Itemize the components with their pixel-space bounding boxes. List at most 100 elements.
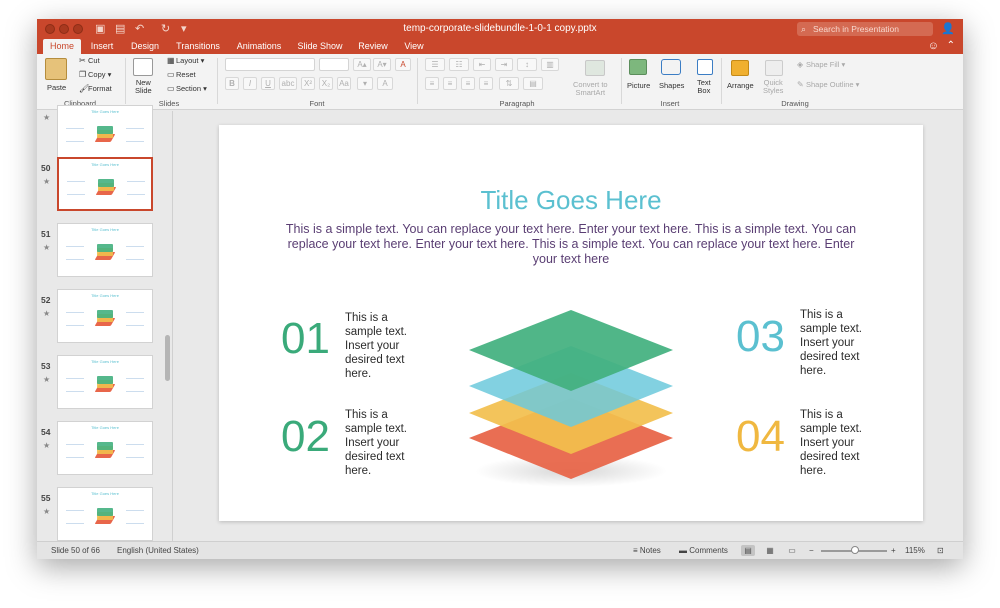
notes-button[interactable]: ≡ Notes	[633, 546, 661, 555]
arrange-button[interactable]: Arrange	[727, 81, 754, 90]
slide-thumbnail[interactable]: Title Goes Here	[57, 289, 153, 343]
picture-icon[interactable]	[629, 59, 647, 75]
tab-design[interactable]: Design	[125, 39, 165, 54]
layout-button[interactable]: ▦Layout ▾	[167, 56, 204, 65]
slide-editor: Title Goes Here This is a simple text. Y…	[174, 111, 963, 541]
zoom-slider-knob[interactable]	[851, 546, 859, 554]
increase-indent-button[interactable]: ⇥	[495, 58, 513, 71]
zoom-in-button[interactable]: +	[891, 546, 896, 555]
slide-body-text[interactable]: This is a simple text. You can replace y…	[275, 222, 867, 267]
item-number-02[interactable]: 02	[281, 415, 330, 459]
paste-button[interactable]: Paste	[47, 83, 66, 92]
text-box-icon[interactable]	[697, 59, 713, 75]
item-text-03[interactable]: This is a sample text. Insert your desir…	[800, 308, 880, 378]
reset-button[interactable]: ▭Reset	[167, 70, 196, 79]
new-slide-icon[interactable]	[133, 58, 153, 76]
text-box-button[interactable]: Text Box	[697, 79, 711, 95]
decrease-indent-button[interactable]: ⇤	[473, 58, 491, 71]
bullets-button[interactable]: ☰	[425, 58, 445, 71]
quick-styles-button[interactable]: Quick Styles	[763, 79, 783, 95]
slide-thumbnail[interactable]: Title Goes Here	[57, 223, 153, 277]
smartart-icon[interactable]	[585, 60, 605, 76]
picture-button[interactable]: Picture	[627, 81, 650, 90]
slide-number: 54	[41, 427, 51, 437]
tab-view[interactable]: View	[399, 39, 429, 54]
item-text-01[interactable]: This is a sample text. Insert your desir…	[345, 311, 425, 381]
shapes-button[interactable]: Shapes	[659, 81, 684, 90]
clear-formatting-button[interactable]: A	[395, 58, 411, 71]
line-spacing-button[interactable]: ↕	[517, 58, 537, 71]
item-number-03[interactable]: 03	[736, 315, 785, 359]
slide-thumbnail[interactable]: Title Goes Here	[57, 355, 153, 409]
section-button[interactable]: ▭Section ▾	[167, 84, 207, 93]
subscript-button[interactable]: X₂	[319, 77, 333, 90]
item-number-01[interactable]: 01	[281, 317, 330, 361]
tab-slide-show[interactable]: Slide Show	[293, 39, 347, 54]
tab-review[interactable]: Review	[353, 39, 393, 54]
tab-transitions[interactable]: Transitions	[171, 39, 225, 54]
align-left-button[interactable]: ≡	[425, 77, 439, 90]
zoom-level[interactable]: 115%	[905, 546, 925, 555]
item-text-04[interactable]: This is a sample text. Insert your desir…	[800, 408, 880, 478]
slide-title[interactable]: Title Goes Here	[219, 185, 923, 216]
tab-home[interactable]: Home	[43, 39, 81, 54]
format-painter-button[interactable]: 🖌Format	[79, 84, 112, 93]
paste-icon[interactable]	[45, 58, 67, 80]
tab-animations[interactable]: Animations	[231, 39, 287, 54]
item-text-02[interactable]: This is a sample text. Insert your desir…	[345, 408, 425, 478]
shape-fill-button[interactable]: ◈ Shape Fill ▾	[797, 60, 845, 69]
cut-button[interactable]: ✂ Cut	[79, 56, 100, 65]
current-slide[interactable]: Title Goes Here This is a simple text. Y…	[219, 125, 923, 521]
decrease-font-button[interactable]: A▾	[373, 58, 391, 71]
search-input[interactable]: ⌕ Search in Presentation	[797, 22, 933, 36]
change-case-button[interactable]: Aa	[337, 77, 351, 90]
font-color-button[interactable]: A	[377, 77, 393, 90]
align-right-button[interactable]: ≡	[461, 77, 475, 90]
reading-view-button[interactable]: ▭	[785, 545, 799, 556]
quick-styles-icon[interactable]	[765, 60, 783, 76]
item-number-04[interactable]: 04	[736, 415, 785, 459]
new-slide-button[interactable]: New Slide	[135, 79, 152, 95]
convert-smartart-button[interactable]: Convert to SmartArt	[573, 81, 608, 97]
shape-outline-button[interactable]: ✎ Shape Outline ▾	[797, 80, 859, 89]
justify-button[interactable]: ≡	[479, 77, 493, 90]
italic-button[interactable]: I	[243, 77, 257, 90]
collapse-ribbon-icon[interactable]: ⌃	[947, 40, 955, 51]
superscript-button[interactable]: X²	[301, 77, 315, 90]
strikethrough-button[interactable]: abc	[279, 77, 297, 90]
align-center-button[interactable]: ≡	[443, 77, 457, 90]
slide-number: 51	[41, 229, 51, 239]
thumbnail-scrollbar[interactable]	[163, 111, 173, 541]
increase-font-button[interactable]: A▴	[353, 58, 371, 71]
copy-button[interactable]: ❐ Copy ▾	[79, 70, 111, 79]
normal-view-button[interactable]: ▤	[741, 545, 755, 556]
tab-insert[interactable]: Insert	[85, 39, 119, 54]
fit-to-window-icon[interactable]: ⊡	[937, 546, 944, 555]
layer-stack-graphic[interactable]	[463, 293, 679, 493]
comments-icon: ▬	[679, 546, 690, 555]
font-name-field[interactable]	[225, 58, 315, 71]
cut-label: Cut	[88, 56, 100, 65]
slide-thumbnail[interactable]: Title Goes Here	[57, 421, 153, 475]
slide-thumbnail[interactable]: Title Goes Here	[57, 105, 153, 159]
scrollbar-thumb[interactable]	[165, 335, 170, 381]
arrange-icon[interactable]	[731, 60, 749, 76]
text-direction-button[interactable]: ⇅	[499, 77, 519, 90]
align-text-button[interactable]: ▤	[523, 77, 543, 90]
slide-thumbnail[interactable]: Title Goes Here	[57, 157, 153, 211]
share-person-icon[interactable]: 👤	[941, 22, 955, 35]
transition-star-icon: ★	[43, 113, 51, 122]
columns-button[interactable]: ▥	[541, 58, 559, 71]
highlight-button[interactable]: ▾	[357, 77, 373, 90]
feedback-smiley-icon[interactable]: ☺	[928, 40, 939, 52]
comments-button[interactable]: ▬ Comments	[679, 546, 728, 555]
font-size-field[interactable]	[319, 58, 349, 71]
bold-button[interactable]: B	[225, 77, 239, 90]
slide-sorter-button[interactable]: ▦	[763, 545, 777, 556]
slide-thumbnail[interactable]: Title Goes Here	[57, 487, 153, 541]
language-indicator[interactable]: English (United States)	[117, 546, 199, 555]
underline-button[interactable]: U	[261, 77, 275, 90]
shapes-icon[interactable]	[661, 59, 681, 75]
numbering-button[interactable]: ☷	[449, 58, 469, 71]
zoom-out-button[interactable]: −	[809, 546, 814, 555]
